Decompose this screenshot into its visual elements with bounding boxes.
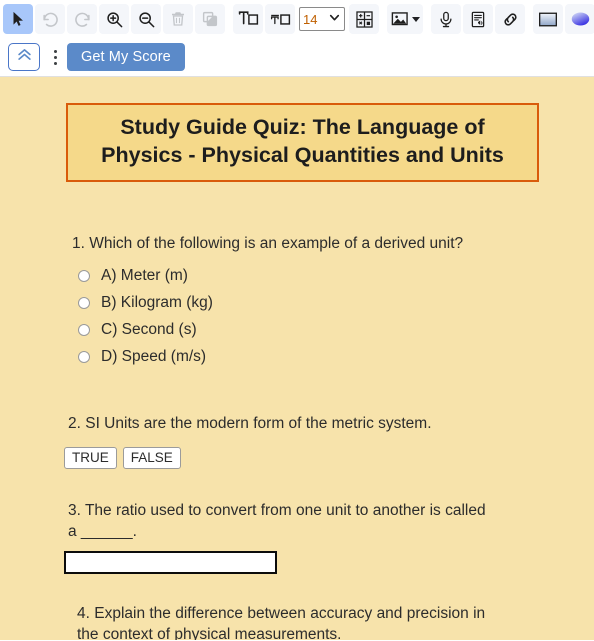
math-button[interactable] (349, 4, 379, 34)
option-row[interactable]: A) Meter (m) (78, 262, 594, 289)
delete-button[interactable] (163, 4, 193, 34)
main-toolbar: 14 (0, 0, 594, 38)
kebab-dot (53, 49, 57, 53)
redo-button[interactable] (67, 4, 97, 34)
text-box-button[interactable] (233, 4, 263, 34)
image-icon (391, 11, 410, 28)
kebab-dot (53, 61, 57, 65)
zoom-out-button[interactable] (131, 4, 161, 34)
collapse-toolbar-button[interactable] (8, 43, 40, 71)
radio-icon[interactable] (78, 296, 90, 309)
font-size-value: 14 (303, 11, 318, 27)
option-row[interactable]: D) Speed (m/s) (78, 343, 594, 370)
get-my-score-button[interactable]: Get My Score (67, 43, 185, 71)
chevron-down-icon (328, 11, 341, 27)
question-1-options: A) Meter (m) B) Kilogram (kg) C) Second … (72, 262, 594, 370)
image-button[interactable] (387, 4, 423, 34)
option-label: C) Second (s) (101, 321, 197, 339)
text-box-icon (238, 10, 259, 29)
text-line-icon (270, 10, 291, 29)
microphone-button[interactable] (431, 4, 461, 34)
toolbar-area: 14 Get My Score (0, 0, 594, 77)
link-button[interactable] (495, 4, 525, 34)
rectangle-button[interactable] (533, 4, 563, 34)
redo-icon (73, 10, 92, 29)
question-3-prompt: 3. The ratio used to convert from one un… (68, 502, 486, 540)
math-grid-icon (355, 10, 374, 29)
select-cursor-tool[interactable] (3, 4, 33, 34)
option-row[interactable]: B) Kilogram (kg) (78, 289, 594, 316)
zoom-out-icon (137, 10, 156, 29)
zoom-in-icon (105, 10, 124, 29)
quiz-content: 1. Which of the following is an example … (0, 234, 594, 640)
undo-icon (41, 10, 60, 29)
question-3: 3. The ratio used to convert from one un… (64, 501, 594, 575)
ellipse-icon (570, 10, 591, 28)
question-1: 1. Which of the following is an example … (72, 234, 594, 370)
image-dropdown-caret-icon[interactable] (411, 16, 420, 22)
link-icon (501, 10, 520, 29)
text-line-button[interactable] (265, 4, 295, 34)
page-title: Study Guide Quiz: The Language of Physic… (66, 103, 539, 183)
zoom-in-button[interactable] (99, 4, 129, 34)
question-2-prompt: 2. SI Units are the modern form of the m… (68, 415, 432, 433)
option-row[interactable]: C) Second (s) (78, 316, 594, 343)
document-canvas: Study Guide Quiz: The Language of Physic… (0, 77, 594, 640)
microphone-icon (437, 10, 455, 29)
copy-icon (201, 10, 219, 28)
overflow-menu-button[interactable] (46, 43, 64, 71)
trash-icon (169, 10, 187, 28)
chevron-up-double-icon (15, 46, 34, 68)
rectangle-icon (538, 11, 558, 28)
question-2-options: TRUE FALSE (64, 446, 594, 470)
question-2: 2. SI Units are the modern form of the m… (64, 414, 594, 470)
kebab-dot (53, 55, 57, 59)
question-1-prompt: 1. Which of the following is an example … (72, 235, 464, 253)
question-3-answer-input[interactable] (64, 551, 277, 575)
radio-icon[interactable] (78, 323, 90, 336)
question-4: 4. Explain the difference between accura… (77, 604, 594, 640)
duplicate-button[interactable] (195, 4, 225, 34)
true-button[interactable]: TRUE (64, 446, 117, 470)
audio-note-icon (469, 10, 487, 29)
radio-icon[interactable] (78, 350, 90, 363)
radio-icon[interactable] (78, 269, 90, 282)
option-label: B) Kilogram (kg) (101, 294, 213, 312)
option-label: D) Speed (m/s) (101, 348, 207, 366)
action-toolbar: Get My Score (0, 38, 594, 76)
font-size-select[interactable]: 14 (299, 7, 345, 31)
cursor-icon (9, 10, 27, 28)
ellipse-button[interactable] (565, 4, 594, 34)
audio-note-button[interactable] (463, 4, 493, 34)
false-button[interactable]: FALSE (122, 446, 181, 470)
question-4-prompt: 4. Explain the difference between accura… (77, 605, 486, 640)
undo-button[interactable] (35, 4, 65, 34)
option-label: A) Meter (m) (101, 267, 188, 285)
